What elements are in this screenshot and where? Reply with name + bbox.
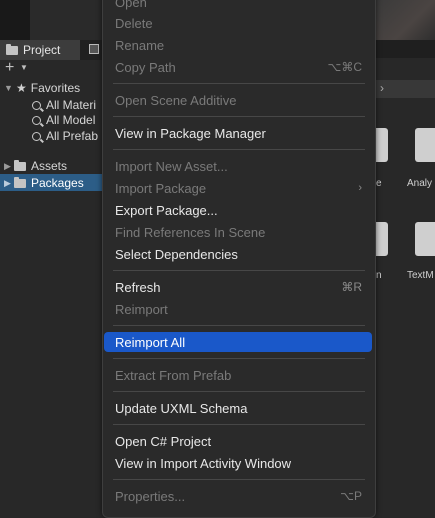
menu-item-shortcut: ⌘R bbox=[341, 280, 362, 294]
menu-item-export-package[interactable]: Export Package... bbox=[104, 200, 372, 220]
asset-label: n bbox=[376, 270, 382, 281]
menu-item-label: Export Package... bbox=[115, 202, 218, 218]
folder-icon bbox=[14, 159, 26, 171]
menu-item-label: Reimport All bbox=[115, 334, 186, 350]
breadcrumb-bar bbox=[375, 80, 435, 98]
menu-separator bbox=[113, 479, 365, 480]
menu-item-properties[interactable]: Properties... ⌥P bbox=[104, 486, 372, 506]
tree-item-packages[interactable]: ▶ Packages bbox=[0, 175, 84, 191]
menu-item-open-csharp-project[interactable]: Open C# Project bbox=[104, 431, 372, 451]
console-tab-icon[interactable] bbox=[89, 44, 99, 54]
asset-label: Analy bbox=[407, 178, 433, 189]
favorite-label: All Prefab bbox=[46, 129, 99, 143]
menu-item-view-in-package-manager[interactable]: View in Package Manager bbox=[104, 123, 372, 143]
tab-project[interactable]: Project bbox=[0, 40, 80, 60]
tree-item-favorites[interactable]: ▼ ★ Favorites bbox=[0, 80, 80, 96]
menu-item-refresh[interactable]: Refresh ⌘R bbox=[104, 277, 372, 297]
menu-item-extract-from-prefab[interactable]: Extract From Prefab bbox=[104, 365, 372, 385]
menu-item-select-dependencies[interactable]: Select Dependencies bbox=[104, 244, 372, 264]
tree-item-assets[interactable]: ▶ Assets bbox=[0, 158, 67, 174]
folder-icon bbox=[14, 176, 26, 188]
search-icon bbox=[32, 115, 41, 125]
menu-item-find-references[interactable]: Find References In Scene bbox=[104, 222, 372, 242]
project-toolbar bbox=[0, 60, 104, 78]
menu-item-label: Open Scene Additive bbox=[115, 92, 237, 108]
asset-thumbnail[interactable] bbox=[415, 128, 435, 162]
menu-item-rename[interactable]: Rename bbox=[104, 35, 372, 55]
expand-triangle-icon[interactable]: ▶ bbox=[4, 161, 14, 172]
favorites-label: Favorites bbox=[30, 81, 81, 95]
assets-label: Assets bbox=[31, 159, 68, 173]
menu-item-label: Open C# Project bbox=[115, 433, 212, 449]
favorite-label: All Model bbox=[46, 113, 96, 127]
menu-item-label: Copy Path bbox=[115, 59, 176, 75]
folder-icon bbox=[6, 43, 18, 55]
menu-item-shortcut: ⌥P bbox=[340, 489, 362, 503]
chevron-down-icon[interactable]: ▼ bbox=[20, 63, 28, 72]
menu-separator bbox=[113, 358, 365, 359]
menu-item-copy-path[interactable]: Copy Path ⌥⌘C bbox=[104, 57, 372, 77]
menu-separator bbox=[113, 391, 365, 392]
menu-item-label: View in Import Activity Window bbox=[115, 455, 292, 471]
menu-item-label: Update UXML Schema bbox=[115, 400, 248, 416]
menu-item-delete[interactable]: Delete bbox=[104, 13, 372, 33]
asset-label: TextM bbox=[407, 270, 434, 281]
menu-separator bbox=[113, 149, 365, 150]
menu-item-label: Find References In Scene bbox=[115, 224, 266, 240]
tree-item-favorite[interactable]: All Prefab bbox=[32, 128, 98, 144]
expand-triangle-icon[interactable]: ▶ bbox=[4, 178, 14, 189]
menu-separator bbox=[113, 116, 365, 117]
search-icon bbox=[32, 100, 41, 110]
plus-icon[interactable]: + bbox=[5, 59, 14, 77]
menu-item-import-package[interactable]: Import Package › bbox=[104, 178, 372, 198]
menu-item-shortcut: ⌥⌘C bbox=[327, 60, 363, 74]
packages-label: Packages bbox=[31, 176, 84, 190]
menu-item-label: View in Package Manager bbox=[115, 125, 266, 141]
menu-item-import-new-asset[interactable]: Import New Asset... bbox=[104, 156, 372, 176]
menu-item-label: Open bbox=[115, 0, 147, 10]
menu-item-label: Rename bbox=[115, 37, 165, 53]
right-panel-header bbox=[375, 40, 435, 58]
menu-item-open[interactable]: Open bbox=[104, 0, 372, 12]
menu-item-open-scene-additive[interactable]: Open Scene Additive bbox=[104, 90, 372, 110]
menu-separator bbox=[113, 83, 365, 84]
menu-item-label: Import Package bbox=[115, 180, 207, 196]
chevron-right-icon: › bbox=[358, 182, 362, 194]
expand-triangle-icon[interactable]: ▼ bbox=[4, 83, 14, 93]
menu-item-label: Select Dependencies bbox=[115, 246, 238, 262]
tree-item-favorite[interactable]: All Model bbox=[32, 112, 95, 128]
menu-item-update-uxml-schema[interactable]: Update UXML Schema bbox=[104, 398, 372, 418]
scene-preview bbox=[374, 0, 435, 40]
asset-thumbnail[interactable] bbox=[415, 222, 435, 256]
tree-item-favorite[interactable]: All Materi bbox=[32, 97, 96, 113]
menu-item-reimport[interactable]: Reimport bbox=[104, 299, 372, 319]
tab-project-label: Project bbox=[23, 43, 61, 57]
menu-item-label: Reimport bbox=[115, 301, 168, 317]
project-tab-bar: Project bbox=[0, 40, 104, 61]
menu-item-label: Import New Asset... bbox=[115, 158, 228, 174]
star-icon: ★ bbox=[16, 81, 27, 95]
menu-separator bbox=[113, 424, 365, 425]
scene-view-left bbox=[30, 0, 102, 40]
asset-label: e bbox=[376, 178, 382, 189]
menu-item-label: Refresh bbox=[115, 279, 161, 295]
menu-item-view-import-activity[interactable]: View in Import Activity Window bbox=[104, 453, 372, 473]
menu-item-label: Extract From Prefab bbox=[115, 367, 232, 383]
search-icon bbox=[32, 131, 41, 141]
menu-separator bbox=[113, 325, 365, 326]
chevron-right-icon: › bbox=[380, 81, 384, 95]
menu-item-label: Delete bbox=[115, 15, 153, 31]
menu-item-reimport-all[interactable]: Reimport All bbox=[104, 332, 372, 352]
menu-item-label: Properties... bbox=[115, 488, 186, 504]
menu-separator bbox=[113, 270, 365, 271]
favorite-label: All Materi bbox=[46, 98, 97, 112]
